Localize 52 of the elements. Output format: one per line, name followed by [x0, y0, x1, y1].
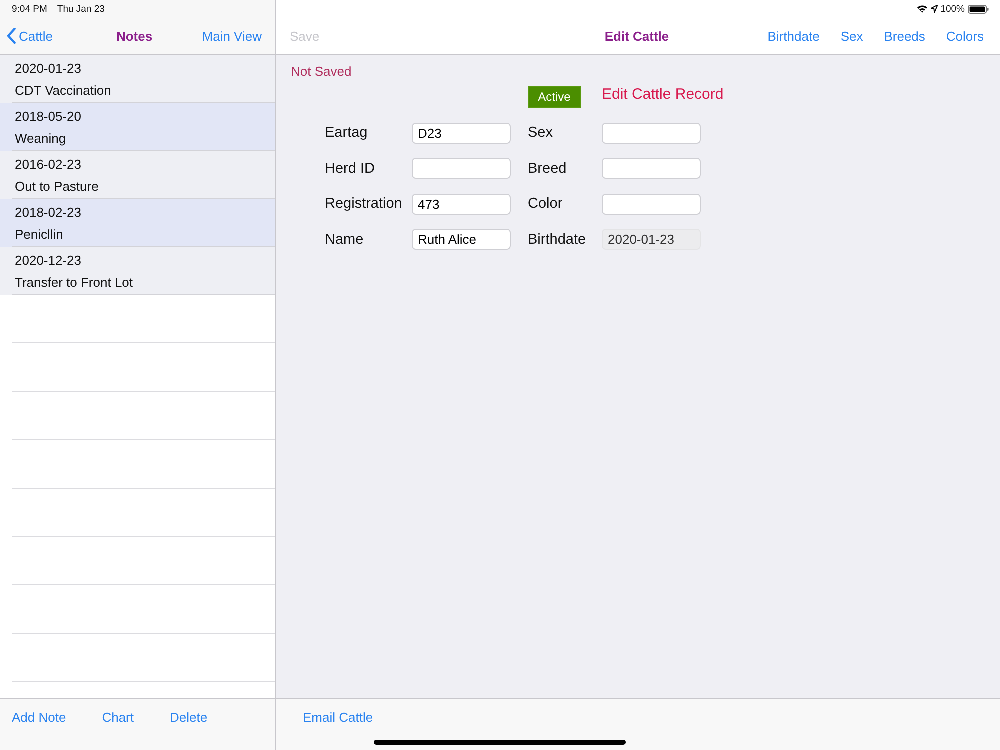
nav-button[interactable]: Colors: [946, 28, 984, 44]
note-date: 2016-02-23: [15, 157, 82, 172]
text-field[interactable]: D23: [412, 122, 511, 144]
note-row[interactable]: 2016-02-23 Out to Pasture: [0, 151, 275, 199]
back-button[interactable]: Cattle: [7, 28, 53, 44]
battery-percent: 100%: [940, 4, 965, 14]
wifi-icon: [916, 5, 928, 13]
text-field[interactable]: [412, 158, 511, 180]
note-row[interactable]: 2018-02-23 Penicllin: [0, 199, 275, 247]
nav-button[interactable]: Birthdate: [768, 28, 820, 44]
note-date: 2018-02-23: [15, 205, 82, 220]
main-view-button[interactable]: Main View: [202, 28, 262, 44]
status-time: 9:04 PM: [12, 4, 48, 14]
note-title: Out to Pasture: [15, 179, 99, 194]
field-label: Herd ID: [325, 160, 375, 177]
nav-title: Edit Cattle: [604, 28, 670, 44]
field-label: Name: [325, 232, 364, 248]
location-arrow-icon: [930, 5, 938, 13]
toolbar-button[interactable]: Chart: [102, 710, 134, 725]
note-row[interactable]: 2018-05-20 Weaning: [0, 103, 275, 151]
field-label: Sex: [528, 125, 553, 142]
field-label: Birthdate: [528, 232, 586, 248]
note-title: Transfer to Front Lot: [15, 275, 134, 290]
active-button[interactable]: Active: [528, 86, 581, 108]
text-field[interactable]: [602, 122, 701, 144]
nav-button[interactable]: Sex: [840, 28, 864, 44]
chevron-left-icon: [7, 28, 16, 44]
save-status: Not Saved: [291, 64, 352, 79]
note-date: 2020-12-23: [15, 253, 82, 268]
battery-icon: [968, 4, 989, 14]
note-row[interactable]: 2020-12-23 Transfer to Front Lot: [0, 247, 275, 295]
toolbar-button[interactable]: Email Cattle: [303, 710, 374, 725]
text-field[interactable]: 473: [412, 194, 511, 215]
field-label: Color: [528, 196, 563, 212]
note-title: Penicllin: [15, 227, 64, 242]
note-title: CDT Vaccination: [15, 83, 112, 98]
form-heading: Edit Cattle Record: [602, 86, 724, 103]
text-field[interactable]: [602, 158, 701, 180]
note-title: Weaning: [15, 131, 66, 146]
field-label: Breed: [528, 160, 567, 177]
toolbar-button[interactable]: Add Note: [12, 710, 66, 725]
toolbar-button[interactable]: Delete: [170, 710, 208, 725]
note-row[interactable]: 2020-01-23 CDT Vaccination: [0, 55, 275, 103]
field-label: Registration: [325, 196, 402, 212]
nav-title: Notes: [116, 28, 153, 44]
note-date: 2018-05-20: [15, 109, 82, 124]
status-date: Thu Jan 23: [57, 4, 105, 14]
note-date: 2020-01-23: [15, 61, 82, 76]
text-field[interactable]: Ruth Alice: [412, 229, 511, 250]
nav-button[interactable]: Breeds: [884, 28, 926, 44]
text-field[interactable]: [602, 194, 701, 215]
field-label: Eartag: [325, 125, 368, 142]
